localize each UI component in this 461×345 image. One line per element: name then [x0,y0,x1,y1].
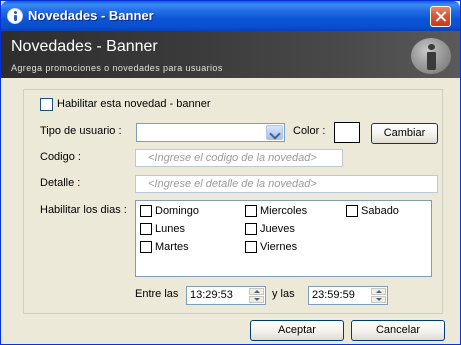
spin-up-icon[interactable] [249,288,264,295]
code-field[interactable]: <Ingrese el codigo de la novedad> [135,149,343,167]
days-box: Domingo Lunes Martes Miercoles Jueves Vi… [135,200,432,277]
jueves-label: Jueves [260,223,295,235]
lunes-checkbox[interactable] [140,223,152,235]
end-time-spinner[interactable]: 23:59:59 [308,286,388,305]
header-subtitle: Agrega promociones o novedades para usua… [11,63,223,73]
user-type-label: Tipo de usuario : [40,125,122,137]
header-banner: Novedades - Banner Agrega promociones o … [1,31,460,78]
domingo-label: Domingo [155,205,200,217]
enable-label: Habilitar esta novedad - banner [57,98,211,110]
end-time-value: 23:59:59 [312,289,355,301]
days-label: Habilitar los dias : [40,204,127,216]
color-label: Color : [293,125,326,137]
sabado-checkbox[interactable] [346,205,358,217]
start-time-spinner[interactable]: 13:29:53 [186,286,266,305]
viernes-label: Viernes [260,241,298,253]
spin-down-icon[interactable] [249,296,264,303]
jueves-checkbox[interactable] [245,223,257,235]
change-color-button[interactable]: Cambiar [371,123,438,144]
detail-label: Detalle : [40,177,81,189]
accept-button[interactable]: Aceptar [250,320,344,341]
martes-checkbox[interactable] [140,241,152,253]
detail-field[interactable]: <Ingrese el detalle de la novedad> [135,175,438,193]
miercoles-label: Miercoles [260,205,308,217]
enable-checkbox[interactable] [40,98,53,111]
header-title: Novedades - Banner [11,38,158,55]
window-title: Novedades - Banner [28,8,154,23]
title-bar[interactable]: Novedades - Banner [1,1,460,31]
dialog-window: Novedades - Banner Novedades - Banner Ag… [0,0,461,345]
between-label: Entre las [135,288,179,300]
close-icon[interactable] [430,6,451,27]
sabado-label: Sabado [361,205,399,217]
miercoles-checkbox[interactable] [245,205,257,217]
user-type-select[interactable] [136,123,285,142]
app-info-icon [7,8,23,24]
spin-up-icon[interactable] [371,288,386,295]
lunes-label: Lunes [155,223,185,235]
start-time-value: 13:29:53 [190,289,233,301]
dropdown-arrow-icon[interactable] [266,125,283,140]
code-label: Codigo : [40,151,81,163]
spin-down-icon[interactable] [371,296,386,303]
domingo-checkbox[interactable] [140,205,152,217]
and-label: y las [272,288,295,300]
cancel-button[interactable]: Cancelar [351,320,445,341]
martes-label: Martes [155,241,189,253]
color-swatch[interactable] [334,122,360,143]
info-icon [411,38,451,74]
viernes-checkbox[interactable] [245,241,257,253]
